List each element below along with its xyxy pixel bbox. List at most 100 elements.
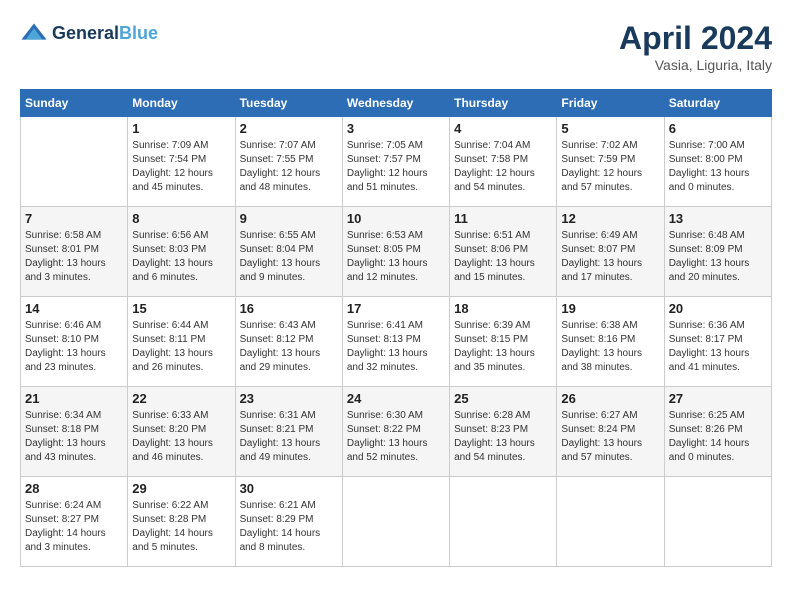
day-number: 13 [669, 211, 767, 226]
day-number: 10 [347, 211, 445, 226]
weekday-header: Wednesday [342, 90, 449, 117]
calendar-cell [21, 117, 128, 207]
day-info: Sunrise: 6:49 AMSunset: 8:07 PMDaylight:… [561, 229, 659, 285]
day-number: 14 [25, 301, 123, 316]
day-info: Sunrise: 6:36 AMSunset: 8:17 PMDaylight:… [669, 319, 767, 375]
day-number: 29 [132, 481, 230, 496]
day-number: 9 [240, 211, 338, 226]
calendar-cell: 29 Sunrise: 6:22 AMSunset: 8:28 PMDayligh… [128, 477, 235, 567]
day-number: 25 [454, 391, 552, 406]
calendar-week-row: 28Sunrise: 6:24 AMSunset: 8:27 PMDayligh… [21, 477, 772, 567]
day-number: 6 [669, 121, 767, 136]
day-info: Sunrise: 6:25 AMSunset: 8:26 PMDaylight:… [669, 409, 767, 465]
day-info: Sunrise: 6:56 AMSunset: 8:03 PMDaylight:… [132, 229, 230, 285]
calendar-cell: 7 Sunrise: 6:58 AMSunset: 8:01 PMDaylight… [21, 207, 128, 297]
calendar-cell [450, 477, 557, 567]
day-info: Sunrise: 6:31 AMSunset: 8:21 PMDaylight:… [240, 409, 338, 465]
day-info: Sunrise: 6:39 AMSunset: 8:15 PMDaylight:… [454, 319, 552, 375]
day-number: 7 [25, 211, 123, 226]
calendar-cell: 3 Sunrise: 7:05 AMSunset: 7:57 PMDaylight… [342, 117, 449, 207]
day-number: 26 [561, 391, 659, 406]
day-number: 8 [132, 211, 230, 226]
calendar-week-row: 1Sunrise: 7:09 AMSunset: 7:54 PMDaylight… [21, 117, 772, 207]
day-info: Sunrise: 6:51 AMSunset: 8:06 PMDaylight:… [454, 229, 552, 285]
day-info: Sunrise: 6:27 AMSunset: 8:24 PMDaylight:… [561, 409, 659, 465]
day-number: 16 [240, 301, 338, 316]
calendar-cell: 14Sunrise: 6:46 AMSunset: 8:10 PMDayligh… [21, 297, 128, 387]
month-title: April 2024 [619, 20, 772, 57]
day-info: Sunrise: 6:38 AMSunset: 8:16 PMDaylight:… [561, 319, 659, 375]
calendar-week-row: 21 Sunrise: 6:34 AMSunset: 8:18 PMDayligh… [21, 387, 772, 477]
calendar-cell: 27 Sunrise: 6:25 AMSunset: 8:26 PMDayligh… [664, 387, 771, 477]
calendar-cell [557, 477, 664, 567]
logo-icon [20, 20, 48, 48]
day-info: Sunrise: 6:41 AMSunset: 8:13 PMDaylight:… [347, 319, 445, 375]
logo-text: GeneralBlue [52, 24, 158, 44]
day-number: 5 [561, 121, 659, 136]
day-number: 21 [25, 391, 123, 406]
day-number: 24 [347, 391, 445, 406]
calendar-table: SundayMondayTuesdayWednesdayThursdayFrid… [20, 89, 772, 567]
calendar-cell: 20 Sunrise: 6:36 AMSunset: 8:17 PMDayligh… [664, 297, 771, 387]
calendar-cell: 4Sunrise: 7:04 AMSunset: 7:58 PMDaylight… [450, 117, 557, 207]
calendar-cell: 8 Sunrise: 6:56 AMSunset: 8:03 PMDaylight… [128, 207, 235, 297]
calendar-week-row: 14Sunrise: 6:46 AMSunset: 8:10 PMDayligh… [21, 297, 772, 387]
day-number: 19 [561, 301, 659, 316]
day-number: 27 [669, 391, 767, 406]
day-number: 11 [454, 211, 552, 226]
weekday-header: Friday [557, 90, 664, 117]
logo: GeneralBlue [20, 20, 158, 48]
calendar-cell [342, 477, 449, 567]
calendar-cell: 19 Sunrise: 6:38 AMSunset: 8:16 PMDayligh… [557, 297, 664, 387]
weekday-header: Saturday [664, 90, 771, 117]
day-info: Sunrise: 7:02 AMSunset: 7:59 PMDaylight:… [561, 139, 659, 195]
day-number: 15 [132, 301, 230, 316]
day-info: Sunrise: 6:22 AMSunset: 8:28 PMDaylight:… [132, 499, 230, 555]
day-info: Sunrise: 6:30 AMSunset: 8:22 PMDaylight:… [347, 409, 445, 465]
calendar-cell: 9 Sunrise: 6:55 AMSunset: 8:04 PMDaylight… [235, 207, 342, 297]
calendar-cell: 10 Sunrise: 6:53 AMSunset: 8:05 PMDayligh… [342, 207, 449, 297]
calendar-cell: 30 Sunrise: 6:21 AMSunset: 8:29 PMDayligh… [235, 477, 342, 567]
day-info: Sunrise: 6:48 AMSunset: 8:09 PMDaylight:… [669, 229, 767, 285]
day-number: 12 [561, 211, 659, 226]
calendar-cell: 2Sunrise: 7:07 AMSunset: 7:55 PMDaylight… [235, 117, 342, 207]
day-info: Sunrise: 6:53 AMSunset: 8:05 PMDaylight:… [347, 229, 445, 285]
day-info: Sunrise: 7:05 AMSunset: 7:57 PMDaylight:… [347, 139, 445, 195]
day-number: 4 [454, 121, 552, 136]
calendar-week-row: 7 Sunrise: 6:58 AMSunset: 8:01 PMDaylight… [21, 207, 772, 297]
day-info: Sunrise: 6:21 AMSunset: 8:29 PMDaylight:… [240, 499, 338, 555]
calendar-cell: 1Sunrise: 7:09 AMSunset: 7:54 PMDaylight… [128, 117, 235, 207]
weekday-header: Monday [128, 90, 235, 117]
calendar-cell: 15Sunrise: 6:44 AMSunset: 8:11 PMDayligh… [128, 297, 235, 387]
calendar-cell: 12 Sunrise: 6:49 AMSunset: 8:07 PMDayligh… [557, 207, 664, 297]
page-header: GeneralBlue April 2024 Vasia, Liguria, I… [20, 20, 772, 73]
calendar-cell: 23Sunrise: 6:31 AMSunset: 8:21 PMDayligh… [235, 387, 342, 477]
calendar-cell: 6Sunrise: 7:00 AMSunset: 8:00 PMDaylight… [664, 117, 771, 207]
title-block: April 2024 Vasia, Liguria, Italy [619, 20, 772, 73]
calendar-cell: 26 Sunrise: 6:27 AMSunset: 8:24 PMDayligh… [557, 387, 664, 477]
day-info: Sunrise: 6:55 AMSunset: 8:04 PMDaylight:… [240, 229, 338, 285]
weekday-header-row: SundayMondayTuesdayWednesdayThursdayFrid… [21, 90, 772, 117]
day-info: Sunrise: 6:34 AMSunset: 8:18 PMDaylight:… [25, 409, 123, 465]
day-info: Sunrise: 7:07 AMSunset: 7:55 PMDaylight:… [240, 139, 338, 195]
day-number: 30 [240, 481, 338, 496]
day-number: 18 [454, 301, 552, 316]
day-number: 20 [669, 301, 767, 316]
day-info: Sunrise: 6:58 AMSunset: 8:01 PMDaylight:… [25, 229, 123, 285]
calendar-cell: 16 Sunrise: 6:43 AMSunset: 8:12 PMDayligh… [235, 297, 342, 387]
weekday-header: Sunday [21, 90, 128, 117]
day-info: Sunrise: 6:28 AMSunset: 8:23 PMDaylight:… [454, 409, 552, 465]
location-subtitle: Vasia, Liguria, Italy [619, 57, 772, 73]
calendar-cell: 5 Sunrise: 7:02 AMSunset: 7:59 PMDaylight… [557, 117, 664, 207]
calendar-cell: 28Sunrise: 6:24 AMSunset: 8:27 PMDayligh… [21, 477, 128, 567]
weekday-header: Tuesday [235, 90, 342, 117]
day-number: 3 [347, 121, 445, 136]
calendar-cell: 24 Sunrise: 6:30 AMSunset: 8:22 PMDayligh… [342, 387, 449, 477]
calendar-cell: 22Sunrise: 6:33 AMSunset: 8:20 PMDayligh… [128, 387, 235, 477]
day-number: 1 [132, 121, 230, 136]
calendar-cell: 11 Sunrise: 6:51 AMSunset: 8:06 PMDayligh… [450, 207, 557, 297]
calendar-cell [664, 477, 771, 567]
day-number: 28 [25, 481, 123, 496]
calendar-cell: 21 Sunrise: 6:34 AMSunset: 8:18 PMDayligh… [21, 387, 128, 477]
day-info: Sunrise: 6:43 AMSunset: 8:12 PMDaylight:… [240, 319, 338, 375]
